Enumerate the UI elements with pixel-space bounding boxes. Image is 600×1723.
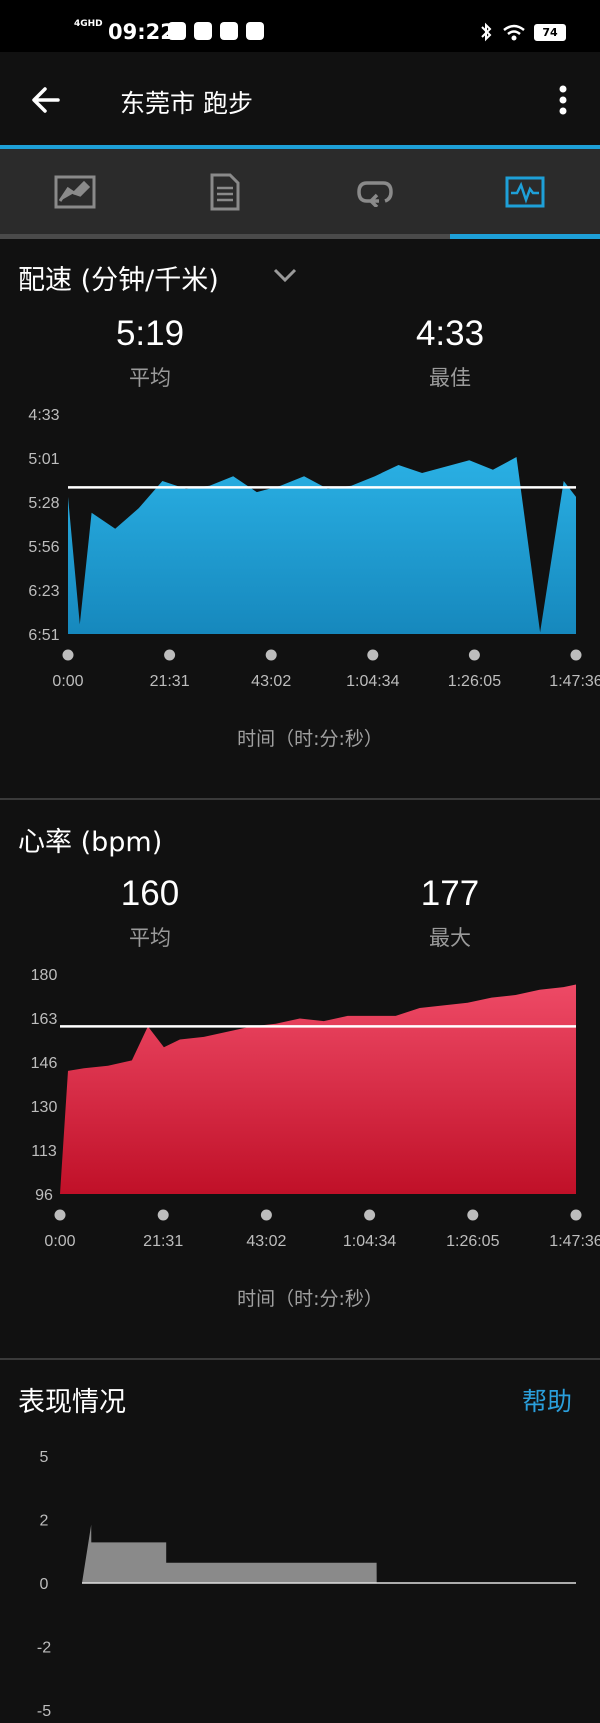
section-divider bbox=[0, 798, 600, 800]
pace-best-label: 最佳 bbox=[429, 366, 471, 390]
performance-y-tick-label: -2 bbox=[37, 1640, 51, 1657]
hr-x-tick-label: 1:04:34 bbox=[343, 1233, 396, 1250]
pace-y-tick-label: 6:51 bbox=[28, 627, 59, 644]
status-time: 09:22 bbox=[108, 20, 175, 44]
chevron-down-icon[interactable] bbox=[272, 266, 298, 284]
tabs-border bbox=[0, 234, 450, 239]
chart-icon bbox=[505, 176, 545, 207]
pace-x-tick-label: 1:04:34 bbox=[346, 673, 399, 690]
x-tick-dot bbox=[367, 649, 379, 661]
pace-x-axis-title: 时间（时:分:秒） bbox=[237, 728, 383, 750]
back-arrow-icon[interactable] bbox=[28, 82, 64, 118]
x-tick-dot bbox=[62, 649, 74, 661]
performance-y-tick-label: 0 bbox=[40, 1576, 49, 1593]
pace-x-tick-label: 21:31 bbox=[150, 673, 190, 690]
hr-y-tick-label: 96 bbox=[35, 1187, 53, 1204]
battery-indicator: 74 bbox=[534, 24, 566, 41]
selected-tab-indicator bbox=[450, 234, 600, 239]
performance-area bbox=[82, 1524, 377, 1583]
notification-icon bbox=[194, 22, 212, 40]
hr-y-tick-label: 130 bbox=[31, 1099, 58, 1116]
section-divider bbox=[0, 1358, 600, 1360]
hr-y-tick-label: 146 bbox=[31, 1055, 58, 1072]
pace-average-label: 平均 bbox=[129, 366, 171, 390]
activity-tabs bbox=[0, 149, 600, 234]
hr-x-tick-label: 1:26:05 bbox=[446, 1233, 499, 1250]
hr-max-label: 最大 bbox=[429, 926, 471, 950]
pace-x-tick-label: 1:26:05 bbox=[448, 673, 501, 690]
x-tick-dot bbox=[468, 649, 480, 661]
hr-x-tick-label: 21:31 bbox=[143, 1233, 183, 1250]
x-tick-dot bbox=[570, 1209, 582, 1221]
hr-max-value: 177 bbox=[420, 874, 480, 913]
hr-y-tick-label: 163 bbox=[31, 1011, 58, 1028]
hr-average-value: 160 bbox=[120, 874, 180, 913]
heart-rate-chart: 180 163 146 130 113 96 0:00 21:31 43:02 1:04:34 1:… bbox=[31, 967, 600, 1250]
pace-x-tick-label: 0:00 bbox=[52, 673, 83, 690]
telegram-icon bbox=[220, 22, 238, 40]
pace-x-tick-label: 43:02 bbox=[251, 673, 291, 690]
x-tick-dot bbox=[467, 1209, 479, 1221]
status-bar: 4GHD 09:22 74 bbox=[0, 0, 600, 52]
bluetooth-icon bbox=[481, 22, 492, 42]
help-link[interactable]: 帮助 bbox=[522, 1382, 572, 1418]
x-tick-dot bbox=[265, 649, 277, 661]
hr-average-label: 平均 bbox=[129, 926, 171, 950]
pace-x-tick-label: 1:47:36 bbox=[549, 673, 600, 690]
heart-rate-title: 心率 (bpm) bbox=[18, 827, 163, 858]
hr-y-tick-label: 180 bbox=[31, 967, 58, 984]
pace-y-tick-label: 5:01 bbox=[28, 451, 59, 468]
pace-title: 配速 (分钟/千米) bbox=[18, 265, 219, 296]
pace-best-value: 4:33 bbox=[415, 314, 485, 353]
performance-chart: 5 2 0 -2 -5 bbox=[37, 1449, 576, 1720]
network-indicator: 4GHD bbox=[74, 19, 103, 29]
pace-y-tick-label: 5:28 bbox=[28, 495, 59, 512]
x-tick-dot bbox=[260, 1209, 272, 1221]
hr-x-tick-label: 43:02 bbox=[246, 1233, 286, 1250]
x-tick-dot bbox=[157, 1209, 169, 1221]
performance-y-tick-label: 2 bbox=[40, 1513, 49, 1530]
pace-area bbox=[68, 457, 576, 634]
heart-rate-area bbox=[60, 984, 576, 1194]
tab-charts[interactable] bbox=[450, 149, 600, 234]
hr-x-tick-label: 0:00 bbox=[44, 1233, 75, 1250]
pace-y-tick-label: 6:23 bbox=[28, 583, 59, 600]
tab-overview[interactable] bbox=[0, 149, 150, 234]
tab-laps[interactable] bbox=[300, 149, 450, 234]
performance-y-tick-label: -5 bbox=[37, 1703, 51, 1720]
pace-y-tick-label: 4:33 bbox=[28, 407, 59, 424]
performance-title: 表现情况 bbox=[18, 1387, 126, 1418]
more-options-icon[interactable] bbox=[548, 82, 578, 118]
x-tick-dot bbox=[54, 1209, 66, 1221]
x-tick-dot bbox=[570, 649, 582, 661]
document-icon bbox=[210, 173, 240, 210]
wifi-icon bbox=[503, 24, 525, 41]
page-title: 东莞市 跑步 bbox=[120, 89, 253, 118]
app-bar: 东莞市 跑步 bbox=[0, 52, 600, 146]
performance-y-tick-label: 5 bbox=[40, 1449, 49, 1466]
loop-icon bbox=[357, 180, 393, 207]
pace-y-tick-label: 5:56 bbox=[28, 539, 59, 556]
x-tick-dot bbox=[164, 649, 176, 661]
map-icon bbox=[54, 175, 96, 208]
pace-average-value: 5:19 bbox=[115, 314, 185, 353]
pace-chart: 4:33 5:01 5:28 5:56 6:23 6:51 0:00 21:31 43:02 1:… bbox=[28, 407, 600, 690]
hr-x-tick-label: 1:47:36 bbox=[549, 1233, 600, 1250]
x-tick-dot bbox=[364, 1209, 376, 1221]
hr-y-tick-label: 113 bbox=[31, 1143, 57, 1160]
tab-details[interactable] bbox=[150, 149, 300, 234]
hr-x-axis-title: 时间（时:分:秒） bbox=[237, 1288, 383, 1310]
app-notification-icon bbox=[246, 22, 264, 40]
notification-icon bbox=[168, 22, 186, 40]
